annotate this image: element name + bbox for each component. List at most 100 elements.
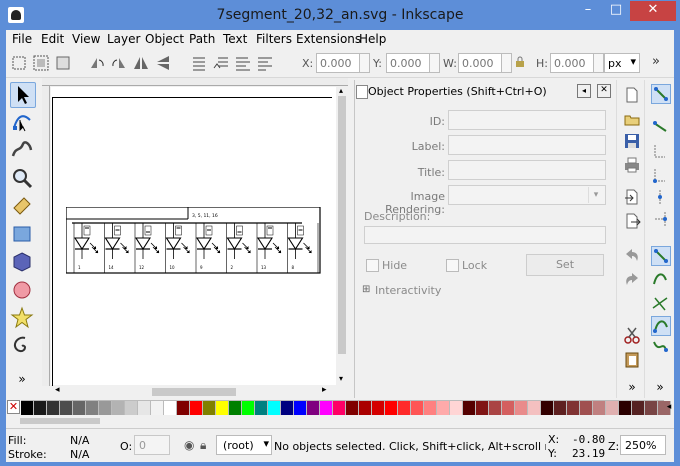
maximize-button[interactable]: □ [602,1,630,21]
color-swatch[interactable] [60,401,73,415]
rectangle-tool-icon[interactable] [10,222,34,246]
y-spinner[interactable] [430,53,440,73]
snap-toggle-icon[interactable] [651,84,671,104]
import-icon[interactable] [623,188,641,206]
scroll-right-icon[interactable]: ▸ [322,385,327,395]
color-swatch[interactable] [489,401,502,415]
menu-text[interactable]: Text [223,32,247,46]
select-all-icon[interactable] [10,54,28,72]
snap-bbox-corners-icon[interactable] [651,166,669,184]
color-swatch[interactable] [359,401,372,415]
export-icon[interactable] [623,212,641,230]
snap-paths-icon[interactable] [651,270,669,288]
color-swatch[interactable] [112,401,125,415]
vertical-ruler[interactable] [42,86,50,386]
cut-icon[interactable] [623,326,641,344]
close-button[interactable]: ✕ [630,1,676,21]
color-swatch[interactable] [424,401,437,415]
snap-smooth-nodes-icon[interactable] [651,338,669,356]
palette-scrollbar[interactable] [6,416,674,426]
commands-overflow-button[interactable]: » [623,380,641,398]
scroll-left-icon[interactable]: ◂ [55,385,60,395]
color-swatch[interactable] [138,401,151,415]
h-spinner[interactable] [594,53,604,73]
color-swatch[interactable] [385,401,398,415]
color-swatch[interactable] [619,401,632,415]
rotate-cw-icon[interactable] [110,54,128,72]
id-field[interactable] [448,110,606,130]
panel-close-icon[interactable]: ✕ [597,84,611,98]
panel-iconify-icon[interactable]: ◂ [577,84,591,98]
palette-scroll-thumb[interactable] [20,418,100,424]
h-input[interactable]: 0.000 [550,53,594,73]
color-swatch[interactable] [502,401,515,415]
snap-bounding-box-icon[interactable] [651,118,669,136]
lower-icon[interactable] [234,54,252,72]
color-swatch[interactable] [528,401,541,415]
w-spinner[interactable] [502,53,512,73]
zoom-input[interactable]: 250% [620,435,666,455]
deselect-icon[interactable] [54,54,72,72]
select-all-layers-icon[interactable] [32,54,50,72]
layer-lock-icon[interactable]: 🔒︎ [200,438,206,453]
raise-to-top-icon[interactable] [190,54,208,72]
color-swatch[interactable] [541,401,554,415]
lock-icon[interactable] [514,56,526,68]
color-swatch[interactable] [99,401,112,415]
toolbox-overflow-icon[interactable]: » [10,372,34,386]
stroke-value[interactable]: N/A [70,448,89,461]
color-swatch[interactable] [554,401,567,415]
scroll-up-icon[interactable]: ▴ [339,86,343,95]
image-rendering-select[interactable]: ▾ [448,185,606,205]
redo-icon[interactable] [623,270,641,288]
color-swatch[interactable] [47,401,60,415]
flip-horizontal-icon[interactable] [132,54,150,72]
color-swatch[interactable] [632,401,645,415]
snap-nodes-icon[interactable] [651,246,671,266]
3d-box-tool-icon[interactable] [10,250,34,274]
save-icon[interactable] [623,132,641,150]
color-swatch[interactable] [86,401,99,415]
color-swatch[interactable] [294,401,307,415]
hide-checkbox[interactable] [366,259,379,272]
lock-checkbox[interactable] [446,259,459,272]
flip-vertical-icon[interactable] [154,54,172,72]
x-spinner[interactable] [360,53,370,73]
color-swatch[interactable] [450,401,463,415]
minimize-button[interactable]: – [574,1,602,21]
color-swatch[interactable] [125,401,138,415]
snap-bbox-edges-icon[interactable] [651,142,669,160]
color-swatch[interactable] [242,401,255,415]
spiral-tool-icon[interactable] [10,334,34,358]
color-swatch[interactable] [398,401,411,415]
menu-object[interactable]: Object [145,32,184,46]
menu-extensions[interactable]: Extensions [296,32,361,46]
layer-select[interactable]: (root) ▾ [216,435,272,455]
lower-to-bottom-icon[interactable] [256,54,274,72]
ellipse-tool-icon[interactable] [10,278,34,302]
color-swatch[interactable] [177,401,190,415]
w-input[interactable]: 0.000 [458,53,502,73]
color-swatch[interactable] [346,401,359,415]
menu-filters[interactable]: Filters [256,32,292,46]
color-swatch[interactable] [216,401,229,415]
color-swatch[interactable] [281,401,294,415]
color-swatch[interactable] [229,401,242,415]
raise-icon[interactable] [212,54,230,72]
snap-cusp-nodes-icon[interactable] [651,316,671,336]
node-tool-icon[interactable] [10,110,34,134]
menu-file[interactable]: File [12,32,32,46]
color-swatch[interactable] [372,401,385,415]
color-swatch[interactable] [73,401,86,415]
color-swatch[interactable] [21,401,34,415]
color-swatch[interactable] [34,401,47,415]
color-swatch[interactable] [190,401,203,415]
color-swatch[interactable] [580,401,593,415]
zoom-tool-icon[interactable] [10,166,34,190]
color-swatch[interactable] [593,401,606,415]
color-swatch[interactable] [411,401,424,415]
color-swatch[interactable] [476,401,489,415]
snap-overflow-button[interactable]: » [651,380,669,398]
layer-visibility-icon[interactable]: ◉ [184,438,194,452]
menu-view[interactable]: View [72,32,100,46]
